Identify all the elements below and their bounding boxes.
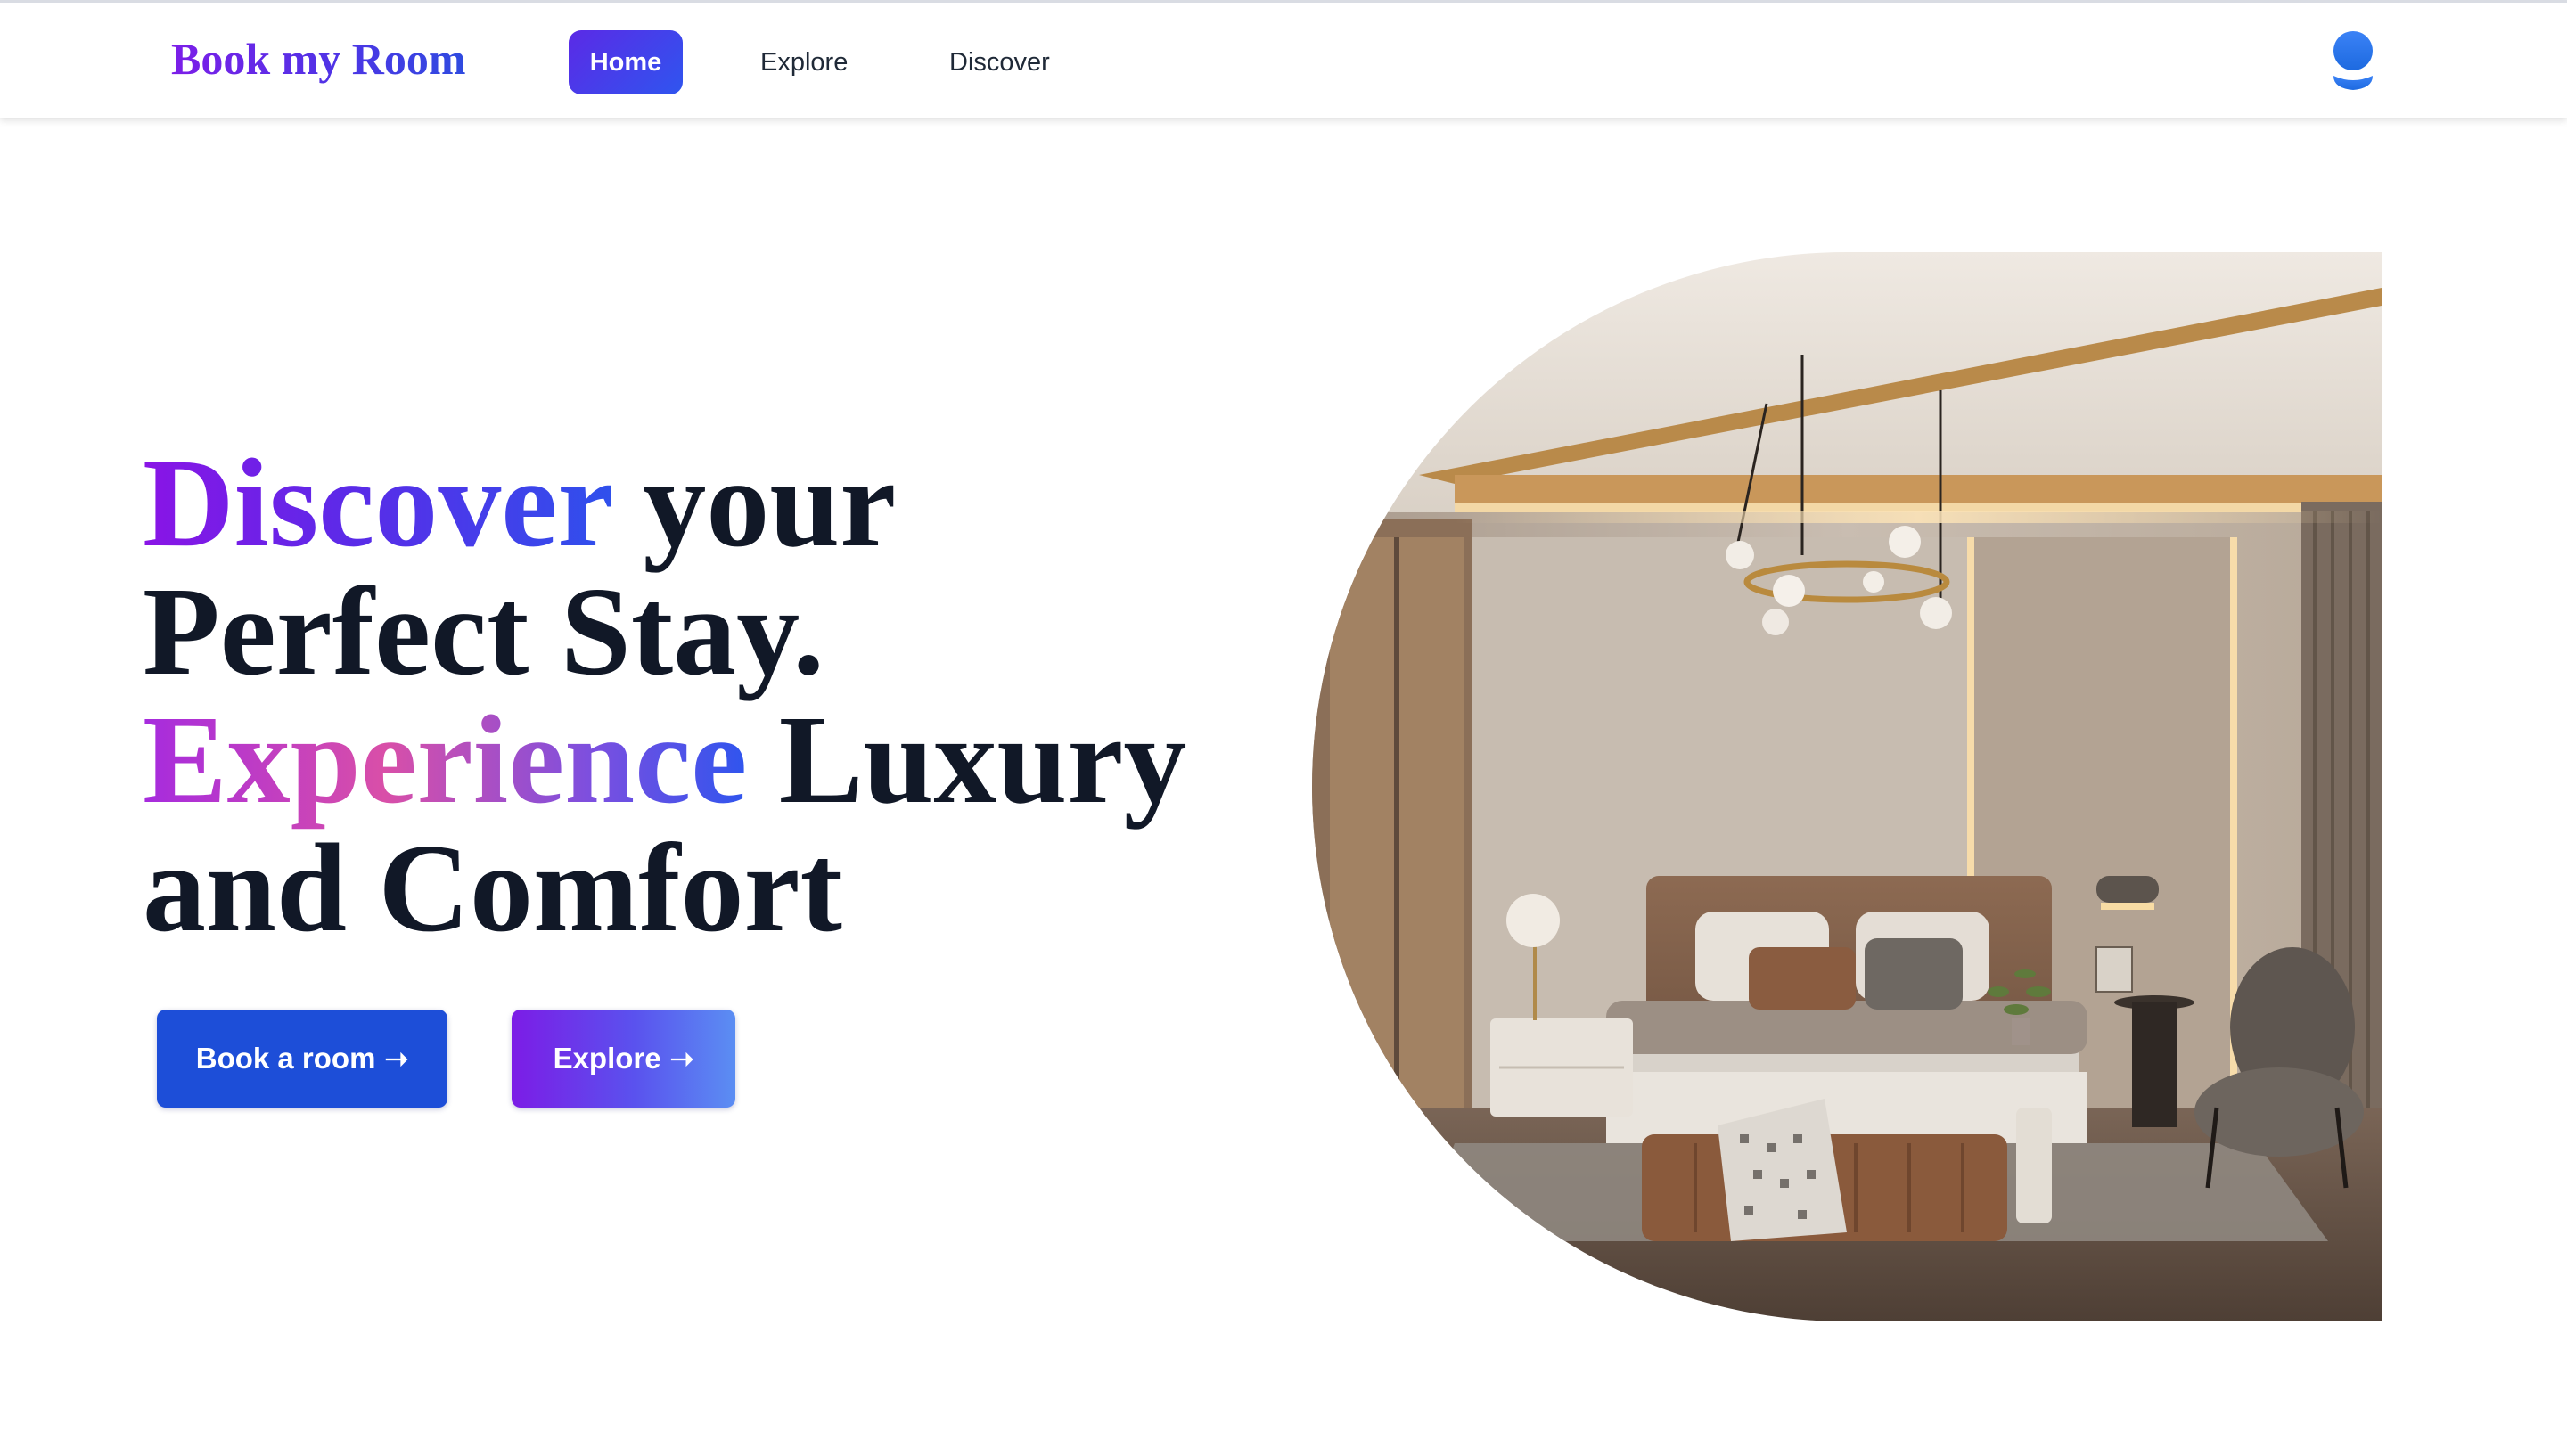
book-room-button[interactable]: Book a room ➝ bbox=[157, 1010, 447, 1108]
hero-title-luxury: Luxury bbox=[747, 689, 1187, 830]
nav-home[interactable]: Home bbox=[569, 30, 683, 94]
explore-button[interactable]: Explore ➝ bbox=[512, 1010, 735, 1108]
hero-highlight-discover: Discover bbox=[143, 432, 611, 573]
hero-title-line-1: Discover your bbox=[143, 438, 1301, 567]
nav-explore[interactable]: Explore bbox=[760, 30, 848, 94]
hero-bedroom-image bbox=[1312, 252, 2382, 1321]
nav-discover[interactable]: Discover bbox=[949, 30, 1050, 94]
arrow-right-icon: ➝ bbox=[669, 1043, 694, 1075]
hero-title-line-3: Experience Luxury bbox=[143, 695, 1301, 823]
book-room-label: Book a room bbox=[195, 1042, 376, 1075]
user-icon[interactable] bbox=[2328, 29, 2378, 94]
navbar: Book my Room Home Explore Discover bbox=[0, 0, 2567, 118]
hero-title: Discover your Perfect Stay. Experience L… bbox=[143, 438, 1301, 952]
hero-title-your: your bbox=[611, 432, 897, 573]
hero-title-line-2: Perfect Stay. bbox=[143, 560, 824, 701]
explore-label: Explore bbox=[553, 1042, 661, 1075]
hero-highlight-experience: Experience bbox=[143, 689, 748, 830]
bedroom-illustration bbox=[1312, 252, 2382, 1321]
brand-logo[interactable]: Book my Room bbox=[171, 33, 466, 85]
arrow-right-icon: ➝ bbox=[384, 1043, 409, 1075]
hero-title-line-4: and Comfort bbox=[143, 817, 842, 958]
